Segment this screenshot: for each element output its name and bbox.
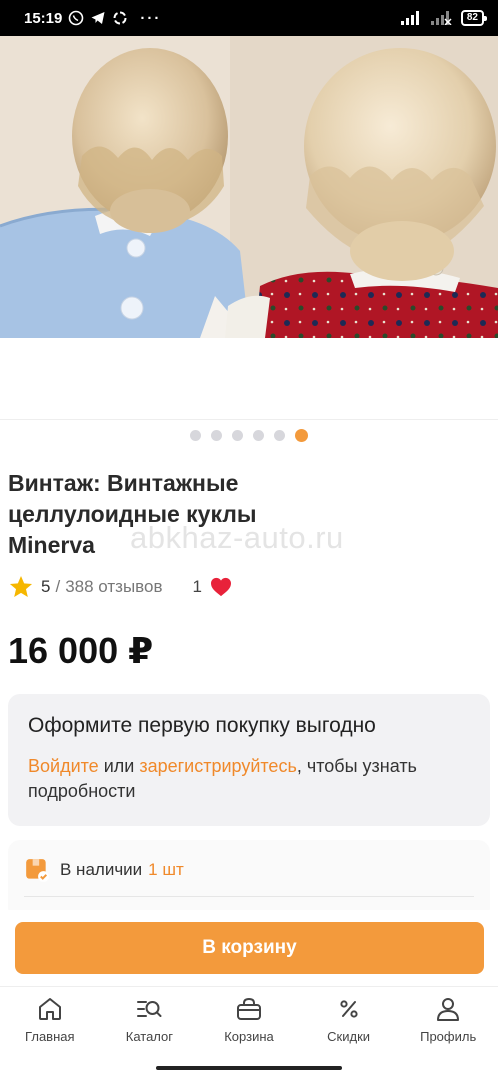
- signal-disabled-icon: [430, 11, 452, 25]
- reviews-link[interactable]: 388 отзывов: [65, 577, 162, 597]
- nav-label-discounts: Скидки: [327, 1029, 371, 1044]
- percent-icon: [339, 1000, 358, 1018]
- heart-icon[interactable]: [210, 577, 232, 597]
- nav-item-home[interactable]: Главная: [0, 987, 100, 1060]
- rating-separator: /: [55, 577, 61, 596]
- telegram-icon: [91, 12, 105, 24]
- gallery-dot-5[interactable]: [274, 430, 285, 441]
- nav-item-catalog[interactable]: Каталог: [100, 987, 200, 1060]
- availability-row: В наличии 1 шт: [24, 857, 184, 883]
- gallery-dot-4[interactable]: [253, 430, 264, 441]
- nav-label-home: Главная: [25, 1029, 75, 1044]
- box-check-icon: [26, 859, 49, 882]
- product-photo-image: [0, 36, 498, 338]
- add-to-cart-button[interactable]: В корзину: [15, 922, 484, 974]
- add-to-cart-bar: В корзину: [0, 910, 498, 986]
- divider: [24, 896, 474, 897]
- gallery-pagination[interactable]: [0, 429, 498, 442]
- watermark: abkhaz-auto.ru: [130, 520, 344, 555]
- gallery-dot-1[interactable]: [190, 430, 201, 441]
- battery-indicator: 82: [460, 10, 488, 26]
- gallery-dot-3[interactable]: [232, 430, 243, 441]
- login-link[interactable]: Войдите: [28, 756, 99, 776]
- gallery-dot-2[interactable]: [211, 430, 222, 441]
- bag-icon: [236, 997, 261, 1020]
- register-link[interactable]: зарегистрируйтесь: [139, 756, 297, 776]
- gallery-dot-6-active[interactable]: [295, 429, 308, 442]
- promo-title: Оформите первую покупку выгодно: [28, 714, 376, 737]
- signal-icon: [400, 11, 419, 25]
- nav-label-cart: Корзина: [224, 1029, 274, 1044]
- product-price: 16 000 ₽: [8, 630, 154, 671]
- home-indicator[interactable]: [156, 1066, 342, 1070]
- nav-item-profile[interactable]: Профиль: [398, 987, 498, 1060]
- promo-text: Войдите или зарегистрируйтесь, чтобы узн…: [28, 754, 470, 804]
- favorites-count: 1: [192, 577, 202, 596]
- catalog-search-icon: [137, 1001, 162, 1017]
- status-bar: 15:19 ··· 82: [0, 0, 498, 36]
- more-notifications-icon: ···: [140, 9, 162, 27]
- availability-card: В наличии 1 шт: [8, 840, 490, 920]
- status-time: 15:19: [24, 9, 63, 27]
- user-icon: [437, 998, 460, 1021]
- rating-value: 5: [41, 577, 51, 596]
- promo-or: или: [98, 756, 140, 776]
- whatsapp-icon: [69, 10, 84, 26]
- star-icon: [9, 575, 33, 597]
- home-icon: [38, 998, 61, 1020]
- product-photo[interactable]: [0, 36, 498, 338]
- nav-item-discounts[interactable]: Скидки: [299, 987, 399, 1060]
- nav-item-cart[interactable]: Корзина: [199, 987, 299, 1060]
- rating-row[interactable]: 5 / 388 отзывов 1: [8, 574, 232, 600]
- availability-label: В наличии: [60, 860, 143, 879]
- nav-label-profile: Профиль: [420, 1029, 477, 1044]
- first-purchase-promo: Оформите первую покупку выгодно Войдите …: [8, 694, 490, 826]
- bottom-navigation: Главная Каталог Корзина Скидки Профиль: [0, 986, 498, 1060]
- nav-label-catalog: Каталог: [125, 1029, 174, 1044]
- availability-quantity: 1 шт: [148, 860, 184, 879]
- sync-icon: [113, 11, 127, 25]
- photo-area-padding: [0, 338, 498, 420]
